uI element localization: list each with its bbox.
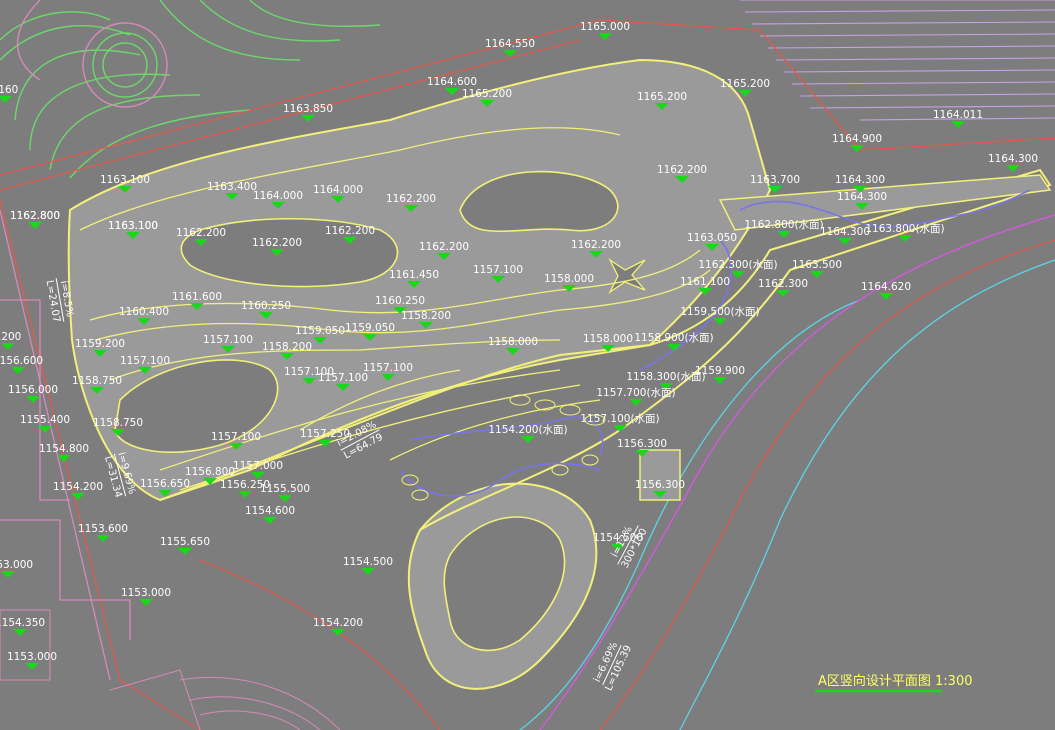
- elevation-label: 1164.600: [427, 76, 477, 88]
- elevation-label: 1162.200: [386, 193, 436, 205]
- elevation-label: 1157.100: [120, 355, 170, 367]
- elevation-label: 1155.650: [160, 536, 210, 548]
- elevation-label: 1164.620: [861, 281, 911, 293]
- elevation-label: 1157.100: [211, 431, 261, 443]
- elevation-label: 1158.000: [544, 273, 594, 285]
- elevation-label: 1154.800: [39, 443, 89, 455]
- elevation-label: 1155.500: [260, 483, 310, 495]
- elevation-label: 1165.200: [720, 78, 770, 90]
- elevation-label: 1163.100: [108, 220, 158, 232]
- elevation-label: 1163.850: [283, 103, 333, 115]
- drawing-title: A区竖向设计平面图 1:300: [815, 673, 973, 693]
- elevation-label: 1200: [0, 331, 21, 343]
- elevation-label: 1157.100: [473, 264, 523, 276]
- elevation-label: 1157.700(水面): [596, 387, 675, 399]
- elevation-label: 1159.050: [295, 325, 345, 337]
- elevation-label: 1164.550: [485, 38, 535, 50]
- elevation-label: 1160.400: [119, 306, 169, 318]
- elevation-label: 1164.000: [313, 184, 363, 196]
- drawing-title-text: A区竖向设计平面图 1:300: [818, 673, 973, 689]
- elevation-label: 1162.200: [325, 225, 375, 237]
- elevation-label: 1164.300: [835, 174, 885, 186]
- elevation-label: 1154.600: [245, 505, 295, 517]
- elevation-label: 1156.800: [185, 466, 235, 478]
- elevation-label: 1161.450: [389, 269, 439, 281]
- elevation-label: 1158.200: [262, 341, 312, 353]
- elevation-label: 1160.250: [241, 300, 291, 312]
- elevation-label: 1163.800(水面): [865, 223, 944, 235]
- elevation-label: 1154.500: [343, 556, 393, 568]
- elevation-label: 1153.000: [121, 587, 171, 599]
- elevation-label: 1162.200: [419, 241, 469, 253]
- elevation-label: 1157.100: [203, 334, 253, 346]
- elevation-label: 1164.900: [832, 133, 882, 145]
- elevation-label: 1164.000: [253, 190, 303, 202]
- elevation-label: 1165.000: [580, 21, 630, 33]
- elevation-label: 1158.750: [93, 417, 143, 429]
- elevation-label: 1160.250: [375, 295, 425, 307]
- elevation-label: 1156.000: [8, 384, 58, 396]
- elevation-label: 1163.100: [100, 174, 150, 186]
- elevation-label: 1161.100: [680, 276, 730, 288]
- elevation-label: 1162.800(水面): [744, 219, 823, 231]
- elevation-label: 1165.200: [462, 88, 512, 100]
- elevation-label: 1158.200: [401, 310, 451, 322]
- elevation-label: 1157.100(水面): [580, 413, 659, 425]
- elevation-label: 1160: [0, 84, 18, 96]
- elevation-label: 1153.000: [0, 559, 33, 571]
- elevation-label: 1158.000: [488, 336, 538, 348]
- elevation-label: 1163.050: [687, 232, 737, 244]
- elevation-label: 1162.200: [252, 237, 302, 249]
- elevation-label: 1154.350: [0, 617, 45, 629]
- elevation-label: 1163.400: [207, 181, 257, 193]
- elevation-label: 1154.200: [313, 617, 363, 629]
- elevation-label: 1162.200: [176, 227, 226, 239]
- site-grading-plan: 1165.0001164.5501164.6001165.200 1165.200…: [0, 0, 1055, 730]
- elevation-label: 1162.300(水面): [698, 259, 777, 271]
- elevation-label: 1153.600: [78, 523, 128, 535]
- elevation-label: 1164.011: [933, 109, 983, 121]
- elevation-label: 1158.900(水面): [634, 332, 713, 344]
- elevation-label: 1163.700: [750, 174, 800, 186]
- elevation-label: 1158.000: [583, 333, 633, 345]
- elevation-label: 1164.300: [988, 153, 1038, 165]
- elevation-label: 1159.500(水面): [680, 306, 759, 318]
- elevation-label: 1157.000: [233, 460, 283, 472]
- elevation-label: 1162.300: [758, 278, 808, 290]
- elevation-label: 1156.650: [140, 478, 190, 490]
- elevation-label: 1157.100: [363, 362, 413, 374]
- elevation-label: 1158.300(水面): [626, 371, 705, 383]
- elevation-label: 1162.200: [571, 239, 621, 251]
- elevation-label: 1158.750: [72, 375, 122, 387]
- elevation-label: 1154.200(水面): [488, 424, 567, 436]
- elevation-label: 1159.200: [75, 338, 125, 350]
- elevation-label: 1156.300: [617, 438, 667, 450]
- elevation-label: 1159.050: [345, 322, 395, 334]
- elevation-label: 1164.300: [820, 226, 870, 238]
- elevation-label: 1162.200: [657, 164, 707, 176]
- elevation-label: 1154.200: [53, 481, 103, 493]
- elevation-label: 1156.600: [0, 355, 43, 367]
- elevation-label: 1156.300: [635, 479, 685, 491]
- elevation-label: 1159.900: [695, 365, 745, 377]
- elevation-label: 1155.400: [20, 414, 70, 426]
- elevation-label: 1162.800: [10, 210, 60, 222]
- elevation-label: 1163.500: [792, 259, 842, 271]
- elevation-label: 1165.200: [637, 91, 687, 103]
- elevation-label: 1157.100: [318, 372, 368, 384]
- elevation-label: 1153.000: [7, 651, 57, 663]
- elevation-label: 1164.300: [837, 191, 887, 203]
- elevation-label: 1161.600: [172, 291, 222, 303]
